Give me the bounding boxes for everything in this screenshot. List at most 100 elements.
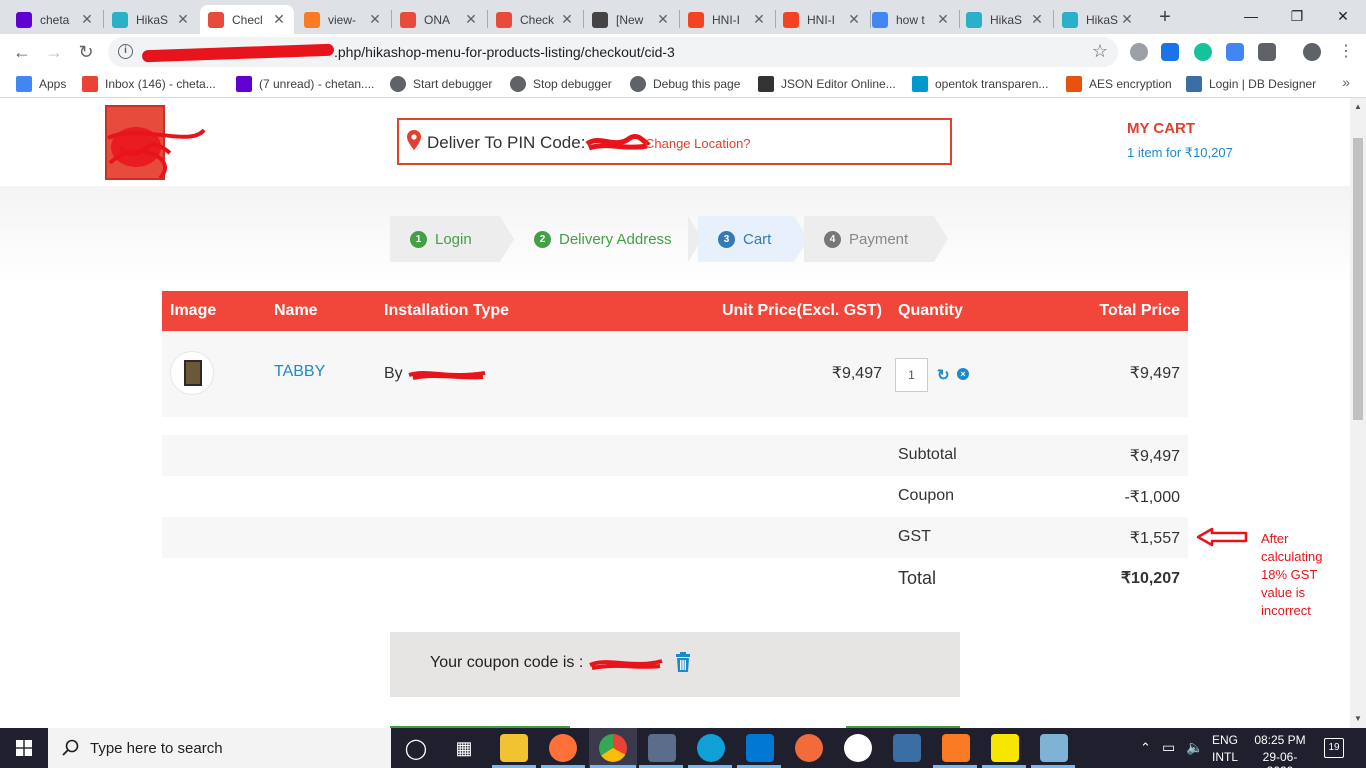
browser-tab[interactable]: Check ✕ (488, 5, 582, 34)
step-delivery-address[interactable]: 2 Delivery Address (510, 216, 688, 262)
refresh-icon[interactable]: ↻ (937, 366, 950, 384)
bookmark-label: (7 unread) - chetan.... (259, 77, 375, 91)
product-thumbnail[interactable] (170, 351, 214, 395)
browser-tab[interactable]: HikaS ✕ (104, 5, 198, 34)
browser-tab[interactable]: how t ✕ (864, 5, 958, 34)
close-tab-icon[interactable]: ✕ (560, 11, 574, 28)
bookmark-item[interactable]: Apps (16, 75, 66, 93)
extension-grammarly-icon[interactable] (1194, 43, 1212, 61)
close-tab-icon[interactable]: ✕ (464, 11, 478, 28)
reload-icon[interactable]: ↻ (74, 40, 98, 64)
bookmark-item[interactable]: Inbox (146) - cheta... (82, 75, 216, 93)
minimize-button[interactable]: — (1228, 4, 1274, 28)
close-tab-icon[interactable]: ✕ (936, 11, 950, 28)
close-tab-icon[interactable]: ✕ (656, 11, 670, 28)
browser-tab[interactable]: HikaS ✕ (1054, 5, 1142, 34)
back-arrow-icon[interactable]: ← (10, 40, 34, 64)
browser-tab[interactable]: HNI-I ✕ (775, 5, 869, 34)
bookmark-item[interactable]: opentok transparen... (912, 75, 1048, 93)
sticky-notes-icon[interactable] (991, 734, 1019, 762)
summary-value: ₹1,557 (1129, 530, 1180, 547)
my-cart-title[interactable]: MY CART (1127, 120, 1195, 137)
coupon-label: Your coupon code is : (430, 654, 584, 671)
remove-item-icon[interactable]: × (957, 368, 969, 380)
close-tab-icon[interactable]: ✕ (1030, 11, 1044, 28)
extension-chat-icon[interactable] (1130, 43, 1148, 61)
firefox-icon[interactable] (549, 734, 577, 762)
tab-title: Check (520, 12, 555, 27)
close-tab-icon[interactable]: ✕ (1120, 11, 1134, 28)
browser-tab[interactable]: Checl ✕ (200, 5, 294, 34)
skype-icon[interactable] (697, 734, 725, 762)
scroll-down-arrow-icon[interactable]: ▼ (1354, 714, 1362, 723)
notification-center-icon[interactable]: 19 (1324, 738, 1344, 758)
page-scrollbar[interactable]: ▲ ▼ (1350, 98, 1366, 728)
bookmark-item[interactable]: Start debugger (390, 75, 492, 93)
browser-tab[interactable]: ONA ✕ (392, 5, 486, 34)
gst-row: GST ₹1,557 (162, 517, 1188, 558)
bookmark-item[interactable]: Debug this page (630, 75, 740, 93)
forward-arrow-icon[interactable]: → (42, 40, 66, 64)
google-icon (872, 11, 888, 28)
language-indicator[interactable]: ENG INTL (1212, 733, 1238, 768)
browser-tab[interactable]: cheta ✕ (8, 5, 102, 34)
postman-icon[interactable] (795, 734, 823, 762)
bookmark-star-icon[interactable]: ☆ (1092, 41, 1108, 62)
quantity-input[interactable]: 1 (895, 358, 928, 392)
panda-app-icon[interactable] (844, 734, 872, 762)
bookmark-item[interactable]: (7 unread) - chetan.... (236, 75, 374, 93)
chrome-icon[interactable] (599, 734, 627, 762)
windows-start-button[interactable] (0, 728, 48, 768)
browser-tab[interactable]: HNI-I ✕ (680, 5, 774, 34)
notepad-icon[interactable] (1040, 734, 1068, 762)
address-bar[interactable]: i .php/hikashop-menu-for-products-listin… (108, 37, 1118, 67)
close-tab-icon[interactable]: ✕ (80, 11, 94, 28)
scrollbar-thumb[interactable] (1353, 138, 1363, 420)
close-tab-icon[interactable]: ✕ (272, 11, 286, 28)
joomla-icon (688, 11, 704, 28)
cart-summary-link[interactable]: 1 item for ₹10,207 (1127, 145, 1233, 161)
xampp-icon[interactable] (942, 734, 970, 762)
step-login[interactable]: 1 Login (390, 216, 500, 262)
network-app-icon[interactable] (893, 734, 921, 762)
product-name-link[interactable]: TABBY (274, 363, 325, 381)
trash-icon[interactable] (675, 652, 691, 672)
taskbar-search-input[interactable]: Type here to search (48, 728, 391, 768)
bookmark-item[interactable]: AES encryption (1066, 75, 1172, 93)
task-view-icon[interactable]: ▦ (450, 734, 478, 762)
close-tab-icon[interactable]: ✕ (847, 11, 861, 28)
close-tab-icon[interactable]: ✕ (176, 11, 190, 28)
browser-tab[interactable]: [New ✕ (584, 5, 678, 34)
mysql-workbench-icon[interactable] (648, 734, 676, 762)
bookmark-item[interactable]: Stop debugger (510, 75, 612, 93)
extension-clip-icon[interactable] (1258, 43, 1276, 61)
browser-tab[interactable]: HikaS ✕ (958, 5, 1052, 34)
site-info-icon[interactable]: i (118, 44, 133, 59)
network-icon[interactable]: ▭ (1162, 739, 1175, 768)
scroll-up-arrow-icon[interactable]: ▲ (1354, 102, 1362, 111)
tray-chevron-icon[interactable]: ⌃ (1140, 740, 1151, 768)
vscode-icon[interactable] (746, 734, 774, 762)
bookmarks-more-icon[interactable]: » (1342, 74, 1350, 90)
bookmark-item[interactable]: Login | DB Designer (1186, 75, 1316, 93)
extension-translate-icon[interactable] (1226, 43, 1244, 61)
maximize-button[interactable]: ❐ (1274, 4, 1320, 28)
volume-icon[interactable]: 🔈 (1186, 739, 1203, 768)
close-window-button[interactable]: ✕ (1320, 4, 1366, 28)
close-tab-icon[interactable]: ✕ (752, 11, 766, 28)
delivery-pin-box[interactable]: Deliver To PIN Code: Change Location? (397, 118, 952, 165)
new-tab-button[interactable]: + (1154, 6, 1176, 28)
profile-avatar-icon[interactable] (1303, 43, 1321, 61)
step-cart[interactable]: 3 Cart (698, 216, 794, 262)
clock[interactable]: 08:25 PM 29-06-2020 (1252, 733, 1308, 768)
cortana-icon[interactable]: ◯ (402, 734, 430, 762)
close-tab-icon[interactable]: ✕ (368, 11, 382, 28)
file-explorer-icon[interactable] (500, 734, 528, 762)
change-location-link[interactable]: Change Location? (645, 136, 751, 151)
step-payment[interactable]: 4 Payment (804, 216, 934, 262)
hikashop-icon (1062, 11, 1078, 28)
menu-kebab-icon[interactable]: ⋮ (1334, 40, 1358, 64)
browser-tab[interactable]: view- ✕ (296, 5, 390, 34)
bookmark-item[interactable]: JSON Editor Online... (758, 75, 896, 93)
extension-fi-icon[interactable] (1161, 43, 1179, 61)
